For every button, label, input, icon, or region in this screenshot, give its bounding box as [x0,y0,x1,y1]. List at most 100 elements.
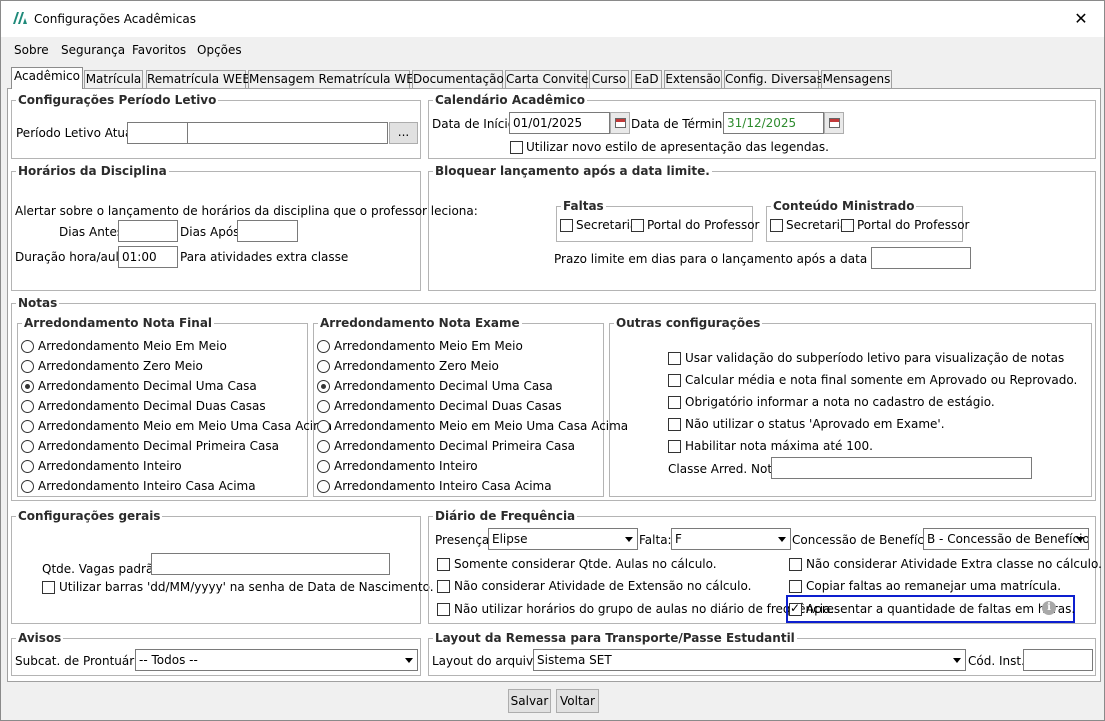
periodo-code-input[interactable] [127,122,188,144]
diario-legend: Diário de Frequência [433,509,578,523]
configuracoes-window: Configurações Acadêmicas ✕ Sobre Seguran… [0,0,1105,721]
tab-ead[interactable]: EaD [631,70,662,88]
title-bar: Configurações Acadêmicas ✕ [1,1,1104,37]
outras-config-checkbox[interactable] [668,396,681,409]
layout-arquivo-select[interactable]: Sistema SET [533,649,966,671]
outras-config-label: Calcular média e nota final somente em A… [685,373,1078,387]
nota-final-radio-0[interactable] [21,340,34,353]
outras-config-label: Obrigatório informar a nota no cadastro … [685,395,995,409]
nota-exame-radio-5[interactable] [317,440,330,453]
calendar-icon[interactable] [610,112,630,134]
info-icon[interactable]: i [1042,601,1056,615]
somente-qtde-checkbox[interactable] [437,558,450,571]
tab-mensagem-rematricula-web[interactable]: Mensagem Rematrícula WEB [248,70,422,88]
conteudo-subgroup: Conteúdo Ministrado Secretaria Portal do… [766,199,970,242]
menu-sobre[interactable]: Sobre [14,43,49,57]
barras-checkbox[interactable] [42,581,55,594]
falta-value: F [675,532,682,546]
faltas-secretaria-label: Secretaria [576,218,638,232]
vagas-label: Qtde. Vagas padrão: [42,562,165,576]
tab-documentacao[interactable]: Documentação [412,70,504,88]
nota-exame-radio-7[interactable] [317,480,330,493]
faltas-portal-checkbox[interactable] [631,219,644,232]
nota-final-option-label: Arredondamento Decimal Primeira Casa [38,439,279,453]
footer-bar: Salvar Voltar [1,683,1104,720]
periodo-legend: Configurações Período Letivo [16,93,219,107]
faltas-em-horas-checkbox[interactable] [789,601,802,616]
tab-mensagens[interactable]: Mensagens [821,70,892,88]
nota-exame-radio-3[interactable] [317,400,330,413]
notas-legend: Notas [16,296,60,310]
close-icon[interactable]: ✕ [1058,1,1104,37]
faltas-secretaria-checkbox[interactable] [560,219,573,232]
save-button[interactable]: Salvar [508,689,551,713]
tab-config-diversas[interactable]: Config. Diversas [724,70,823,88]
tab-matricula[interactable]: Matrícula [84,70,143,88]
back-button[interactable]: Voltar [556,689,599,713]
presenca-select[interactable]: Elipse [488,528,638,550]
periodo-name-input[interactable] [187,122,388,144]
outras-config-checkbox[interactable] [668,440,681,453]
falta-select[interactable]: F [671,528,791,550]
nota-exame-radio-4[interactable] [317,420,330,433]
cod-inst-input[interactable] [1023,649,1093,671]
nota-final-radio-2[interactable] [21,380,34,393]
nota-final-radio-4[interactable] [21,420,34,433]
outras-config-checkbox[interactable] [668,418,681,431]
prazo-input[interactable] [871,247,971,269]
nota-final-radio-5[interactable] [21,440,34,453]
nota-exame-option-label: Arredondamento Meio em Meio Uma Casa Aci… [334,419,629,433]
novo-estilo-legendas-checkbox[interactable] [510,141,523,154]
nao-horarios-grupo-label: Não utilizar horários do grupo de aulas … [454,602,835,616]
vagas-input[interactable] [151,553,390,575]
layout-arquivo-label: Layout do arquivo: [432,654,545,668]
menu-opcoes[interactable]: Opções [197,43,242,57]
nota-exame-radio-1[interactable] [317,360,330,373]
subcat-select[interactable]: -- Todos -- [135,649,418,671]
somente-qtde-label: Somente considerar Qtde. Aulas no cálcul… [454,557,717,571]
nao-extra-classe-label: Não considerar Atividade Extra classe no… [806,557,1102,571]
dias-apos-label: Dias Após: [180,225,244,239]
nota-final-radio-1[interactable] [21,360,34,373]
tab-curso[interactable]: Curso [589,70,629,88]
beneficio-label: Concessão de Benefício: [792,533,939,547]
horarios-group: Horários da Disciplina Alertar sobre o l… [11,164,478,291]
menu-seguranca[interactable]: Segurança [61,43,125,57]
periodo-browse-button[interactable]: ... [389,122,418,144]
extra-classe-label: Para atividades extra classe [180,250,349,264]
nota-exame-group: Arredondamento Nota Exame Arredondamento… [313,316,628,497]
dias-apos-input[interactable] [237,220,298,242]
conteudo-secretaria-checkbox[interactable] [770,219,783,232]
outras-config-checkbox[interactable] [668,374,681,387]
tab-academico[interactable]: Acadêmico [11,67,83,89]
nota-exame-radio-6[interactable] [317,460,330,473]
tab-extensao[interactable]: Extensão [664,70,722,88]
dias-antes-input[interactable] [118,220,178,242]
copiar-faltas-checkbox[interactable] [789,580,802,593]
outras-config-group: Outras configurações Classe Arred. Nota:… [609,316,1092,497]
chevron-down-icon [778,537,786,542]
data-termino-label: Data de Término: [631,117,734,131]
menu-favoritos[interactable]: Favoritos [132,43,186,57]
data-inicio-input[interactable]: 01/01/2025 [509,112,610,134]
tab-rematricula-web[interactable]: Rematrícula WEB [146,70,251,88]
tab-carta-convite[interactable]: Carta Convite [505,70,588,88]
app-logo-icon [13,12,27,24]
classe-arred-input[interactable] [771,457,1032,479]
periodo-label: Período Letivo Atual: [16,126,140,140]
beneficio-select[interactable]: B - Concessão de Benefício [923,528,1089,550]
duracao-input[interactable]: 01:00 [118,246,178,268]
avisos-group: Avisos Subcat. de Prontuário: -- Todos -… [11,631,421,676]
nota-final-radio-7[interactable] [21,480,34,493]
nota-final-radio-6[interactable] [21,460,34,473]
conteudo-portal-checkbox[interactable] [841,219,854,232]
outras-config-checkbox[interactable] [668,352,681,365]
calendar-icon[interactable] [824,112,844,134]
nota-final-radio-3[interactable] [21,400,34,413]
nao-horarios-grupo-checkbox[interactable] [437,603,450,616]
nao-extensao-checkbox[interactable] [437,580,450,593]
nota-exame-radio-0[interactable] [317,340,330,353]
nota-exame-radio-2[interactable] [317,380,330,393]
nao-extra-classe-checkbox[interactable] [789,558,802,571]
data-termino-input[interactable]: 31/12/2025 [723,112,824,134]
